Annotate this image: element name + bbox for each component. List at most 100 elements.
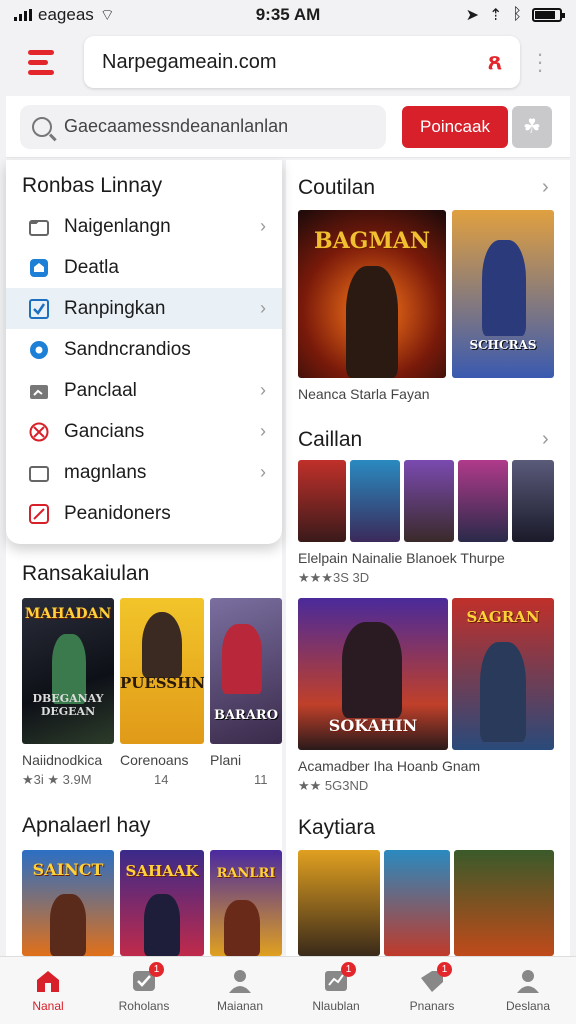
card-art-title: PUESSHNY: [120, 674, 204, 692]
menu-item-label: Peanidoners: [64, 502, 171, 524]
card-art-title: SAGRAN: [466, 608, 540, 626]
menu-item[interactable]: Panclaal ›: [6, 370, 282, 411]
tab-label: Nlaublan: [312, 999, 360, 1013]
search-field[interactable]: Gaecaamessndeananlanlan: [20, 104, 386, 149]
card-caption: Neanca Starla Fayan: [298, 386, 430, 402]
menu-item[interactable]: Peanidoners: [6, 493, 282, 534]
tab-maianan[interactable]: Maianan: [192, 957, 288, 1024]
chart-icon: 1: [322, 962, 356, 994]
folder-icon: [28, 462, 50, 484]
carrier-name: eageas: [38, 5, 94, 24]
card-art-title: SCHCRAS: [469, 338, 537, 352]
game-card[interactable]: [458, 460, 508, 542]
character-figure: [144, 894, 180, 956]
tab-label: Maianan: [216, 999, 264, 1013]
blocked-icon: [28, 421, 50, 443]
card-art-title: BARARO: [213, 708, 279, 723]
blocked-square-icon: [28, 503, 50, 525]
menu-item[interactable]: magnlans ›: [6, 452, 282, 493]
game-card[interactable]: SAINCT: [22, 850, 114, 956]
game-card[interactable]: [350, 460, 400, 542]
menu-item-label: Gancians: [64, 420, 145, 442]
menu-item-label: Panclaal: [64, 379, 137, 401]
battery-icon: [532, 8, 565, 22]
game-card[interactable]: [454, 850, 554, 956]
app-root: eageas ⌔ 9:35 AM ➤ ⇡ ᛒ Narpegameain.com …: [0, 0, 576, 1024]
game-card[interactable]: PUESSHNY: [120, 598, 204, 744]
game-card[interactable]: BAGMAN: [298, 210, 446, 378]
game-card[interactable]: SAGRAN: [452, 598, 554, 750]
game-card[interactable]: [404, 460, 454, 542]
more-options-icon[interactable]: · · ·: [520, 43, 560, 81]
menu-item[interactable]: Naigenlangn ›: [6, 206, 282, 247]
chevron-right-icon: ›: [260, 380, 266, 400]
menu-item[interactable]: Sandncrandios: [6, 329, 282, 370]
status-left: eageas ⌔: [14, 5, 214, 25]
menu-item[interactable]: Gancians ›: [6, 411, 282, 452]
section-title: Kaytiara: [298, 816, 376, 839]
menu-title: Ronbas Linnay: [22, 174, 163, 197]
chevron-right-icon: ›: [260, 216, 266, 236]
game-card[interactable]: SOKAHIN: [298, 598, 448, 750]
character-figure: [222, 624, 262, 694]
tab-label: Roholans: [118, 999, 170, 1013]
chevron-right-icon[interactable]: ›: [542, 176, 549, 199]
card-art-title: RANLRI: [216, 866, 276, 881]
card-meta: ★★ 5G3ND: [298, 778, 369, 793]
notification-badge: 1: [149, 962, 164, 977]
chevron-right-icon[interactable]: ›: [542, 428, 549, 451]
notification-badge: 1: [437, 962, 452, 977]
shield-check-icon: 1: [130, 962, 164, 994]
bookmark-icon[interactable]: ጸ: [488, 48, 502, 76]
card-caption: Acamadber Iha Hoanb Gnam: [298, 758, 481, 774]
character-figure: [480, 642, 526, 742]
home-icon: [34, 968, 62, 994]
game-card[interactable]: RANLRI: [210, 850, 282, 956]
url-bar[interactable]: Narpegameain.com ጸ: [84, 36, 520, 88]
game-card[interactable]: [298, 850, 380, 956]
card-meta: 11: [254, 772, 268, 787]
character-figure: [224, 900, 260, 956]
tag-icon: 1: [418, 962, 452, 994]
game-card[interactable]: [298, 460, 346, 542]
character-figure: [342, 622, 402, 718]
bottom-navigation: Nanal 1 Roholans Maianan 1 Nlaublan 1 Pn…: [0, 956, 576, 1024]
person-icon: [514, 968, 542, 994]
card-art-subtitle: DBEGANAY DEGEAN: [32, 692, 104, 718]
menu-icon[interactable]: [14, 49, 64, 75]
url-text[interactable]: Narpegameain.com: [102, 51, 488, 74]
tab-deslana[interactable]: Deslana: [480, 957, 576, 1024]
game-card[interactable]: SAHAAK: [120, 850, 204, 956]
status-bar: eageas ⌔ 9:35 AM ➤ ⇡ ᛒ: [0, 0, 576, 30]
game-card[interactable]: BARARO: [210, 598, 282, 744]
section-title: Caillan: [298, 428, 363, 451]
menu-item-active[interactable]: Ranpingkan ›: [6, 288, 282, 329]
clover-icon: ☘: [523, 116, 541, 138]
game-card[interactable]: [512, 460, 554, 542]
search-row: Gaecaamessndeananlanlan Poincaak ☘: [6, 96, 570, 158]
game-card[interactable]: MAHADAN DBEGANAY DEGEAN: [22, 598, 114, 744]
character-figure: [142, 612, 182, 678]
filter-button[interactable]: ☘: [512, 105, 552, 148]
card-meta: ★★★3S 3D: [298, 570, 370, 585]
menu-item[interactable]: Deatla: [6, 247, 282, 288]
character-figure: [346, 266, 398, 378]
tab-pnanars[interactable]: 1 Pnanars: [384, 957, 480, 1024]
game-card[interactable]: [384, 850, 450, 956]
signal-icon: [14, 9, 32, 21]
status-time: 9:35 AM: [255, 5, 321, 24]
location-icon: ➤: [465, 7, 479, 24]
primary-search-button[interactable]: Poincaak: [402, 105, 508, 148]
card-caption: Elelpain Nainalie Blanoek Thurpe: [298, 550, 505, 566]
search-placeholder[interactable]: Gaecaamessndeananlanlan: [64, 116, 288, 137]
card-art-title: SAHAAK: [125, 862, 199, 880]
tab-roholans[interactable]: 1 Roholans: [96, 957, 192, 1024]
game-card[interactable]: SCHCRAS: [452, 210, 554, 378]
tab-home[interactable]: Nanal: [0, 957, 96, 1024]
character-figure: [482, 240, 526, 336]
card-meta: ★3i ★ 3.9M: [22, 772, 92, 787]
dropdown-menu: Ronbas Linnay Naigenlangn › Deatla Ranpi…: [6, 160, 282, 544]
card-art-title: BAGMAN: [314, 228, 430, 254]
tab-label: Deslana: [505, 999, 551, 1013]
tab-nlaublan[interactable]: 1 Nlaublan: [288, 957, 384, 1024]
